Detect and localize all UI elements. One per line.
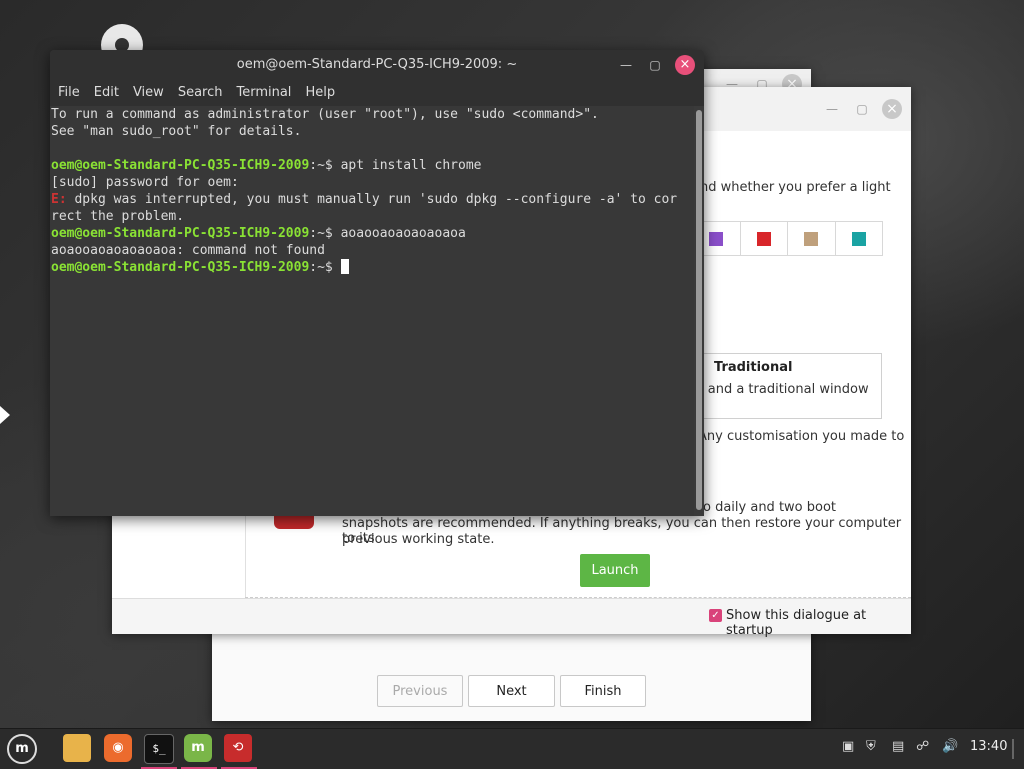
prompt-user: oem@oem-Standard-PC-Q35-ICH9-2009 bbox=[51, 260, 310, 275]
customisation-text: Any customisation you made to bbox=[698, 429, 905, 444]
clock[interactable]: 13:40 bbox=[970, 739, 1007, 754]
timeshift-text-3: previous working state. bbox=[342, 532, 495, 547]
close-icon[interactable]: × bbox=[882, 99, 902, 119]
minimize-icon[interactable]: — bbox=[822, 99, 842, 119]
output-line: aoaooaoaoaoaoaoa: command not found bbox=[51, 243, 325, 258]
prompt-line: oem@oem-Standard-PC-Q35-ICH9-2009:~$ bbox=[51, 259, 695, 276]
previous-button[interactable]: Previous bbox=[377, 675, 463, 707]
network-icon[interactable]: ☍ bbox=[916, 739, 929, 754]
mint-menu-icon[interactable]: m bbox=[7, 734, 37, 764]
menu-help[interactable]: Help bbox=[305, 80, 335, 106]
mint-welcome-icon[interactable]: m bbox=[184, 734, 212, 762]
scrollbar-thumb[interactable] bbox=[696, 110, 702, 510]
command-text: aoaooaoaoaoaoaoa bbox=[340, 226, 466, 241]
maximize-icon[interactable]: ▢ bbox=[645, 55, 665, 75]
welcome-footer: ✓ Show this dialogue at startup bbox=[112, 598, 911, 638]
menu-view[interactable]: View bbox=[133, 80, 164, 106]
installer-icon[interactable]: ⟲ bbox=[224, 734, 252, 762]
prompt-user: oem@oem-Standard-PC-Q35-ICH9-2009 bbox=[51, 226, 310, 241]
prompt-path: :~$ bbox=[309, 226, 341, 241]
launch-button[interactable]: Launch bbox=[580, 554, 650, 587]
text-cursor bbox=[340, 259, 349, 274]
mouse-cursor-icon bbox=[0, 406, 10, 424]
taskbar: m ◉ $_ m ⟲ ▣ ⛨ ▤ ☍ 🔊 13:40 bbox=[0, 728, 1024, 769]
terminal-title: oem@oem-Standard-PC-Q35-ICH9-2009: ~ bbox=[236, 57, 518, 72]
error-text: dpkg was interrupted, you must manually … bbox=[66, 192, 678, 207]
show-startup-checkbox[interactable]: ✓ bbox=[709, 609, 722, 622]
maximize-icon[interactable]: ▢ bbox=[852, 99, 872, 119]
error-line: E: dpkg was interrupted, you must manual… bbox=[51, 191, 695, 208]
command-text: apt install chrome bbox=[340, 158, 482, 173]
swatch-red[interactable] bbox=[741, 222, 788, 255]
swatch-sand[interactable] bbox=[788, 222, 836, 255]
prompt-line: oem@oem-Standard-PC-Q35-ICH9-2009:~$ apt… bbox=[51, 157, 695, 174]
menu-file[interactable]: File bbox=[58, 80, 80, 106]
terminal-scrollbar[interactable] bbox=[694, 106, 704, 516]
layout-title: Traditional bbox=[714, 360, 793, 375]
timeshift-text-1: o daily and two boot bbox=[703, 500, 837, 515]
finish-button[interactable]: Finish bbox=[560, 675, 646, 707]
shield-icon[interactable]: ⛨ bbox=[866, 739, 876, 754]
next-button[interactable]: Next bbox=[468, 675, 555, 707]
terminal-output[interactable]: To run a command as administrator (user … bbox=[50, 106, 695, 516]
output-line: [sudo] password for oem: bbox=[51, 175, 239, 190]
close-icon[interactable]: × bbox=[675, 55, 695, 75]
menu-terminal[interactable]: Terminal bbox=[236, 80, 291, 106]
terminal-window: oem@oem-Standard-PC-Q35-ICH9-2009: ~ — ▢… bbox=[50, 50, 704, 516]
menu-search[interactable]: Search bbox=[178, 80, 223, 106]
output-line: rect the problem. bbox=[51, 209, 185, 224]
minimize-icon[interactable]: — bbox=[616, 55, 636, 75]
output-line: See "man sudo_root" for details. bbox=[51, 124, 302, 139]
volume-icon[interactable]: 🔊 bbox=[942, 739, 958, 754]
prompt-line: oem@oem-Standard-PC-Q35-ICH9-2009:~$ aoa… bbox=[51, 225, 695, 242]
accent-color-picker bbox=[692, 221, 883, 256]
terminal-menubar: File Edit View Search Terminal Help bbox=[50, 80, 704, 106]
layout-traditional-card[interactable]: Traditional el and a traditional window bbox=[692, 353, 882, 419]
prompt-path: :~$ bbox=[309, 260, 341, 275]
layout-description: el and a traditional window bbox=[692, 382, 869, 397]
files-icon[interactable] bbox=[63, 734, 91, 762]
prompt-path: :~$ bbox=[309, 158, 341, 173]
terminal-titlebar: oem@oem-Standard-PC-Q35-ICH9-2009: ~ — ▢… bbox=[50, 50, 704, 80]
notifications-icon[interactable]: ▣ bbox=[842, 739, 854, 754]
swatch-teal[interactable] bbox=[836, 222, 883, 255]
output-line: To run a command as administrator (user … bbox=[51, 107, 599, 122]
show-desktop-edge[interactable] bbox=[1012, 739, 1014, 759]
terminal-icon[interactable]: $_ bbox=[144, 734, 174, 764]
prompt-user: oem@oem-Standard-PC-Q35-ICH9-2009 bbox=[51, 158, 310, 173]
color-preference-text: nd whether you prefer a light bbox=[700, 180, 891, 195]
menu-edit[interactable]: Edit bbox=[94, 80, 119, 106]
firefox-icon[interactable]: ◉ bbox=[104, 734, 132, 762]
error-tag: E: bbox=[51, 192, 67, 207]
clipboard-icon[interactable]: ▤ bbox=[892, 739, 904, 754]
show-startup-label: Show this dialogue at startup bbox=[726, 608, 867, 638]
